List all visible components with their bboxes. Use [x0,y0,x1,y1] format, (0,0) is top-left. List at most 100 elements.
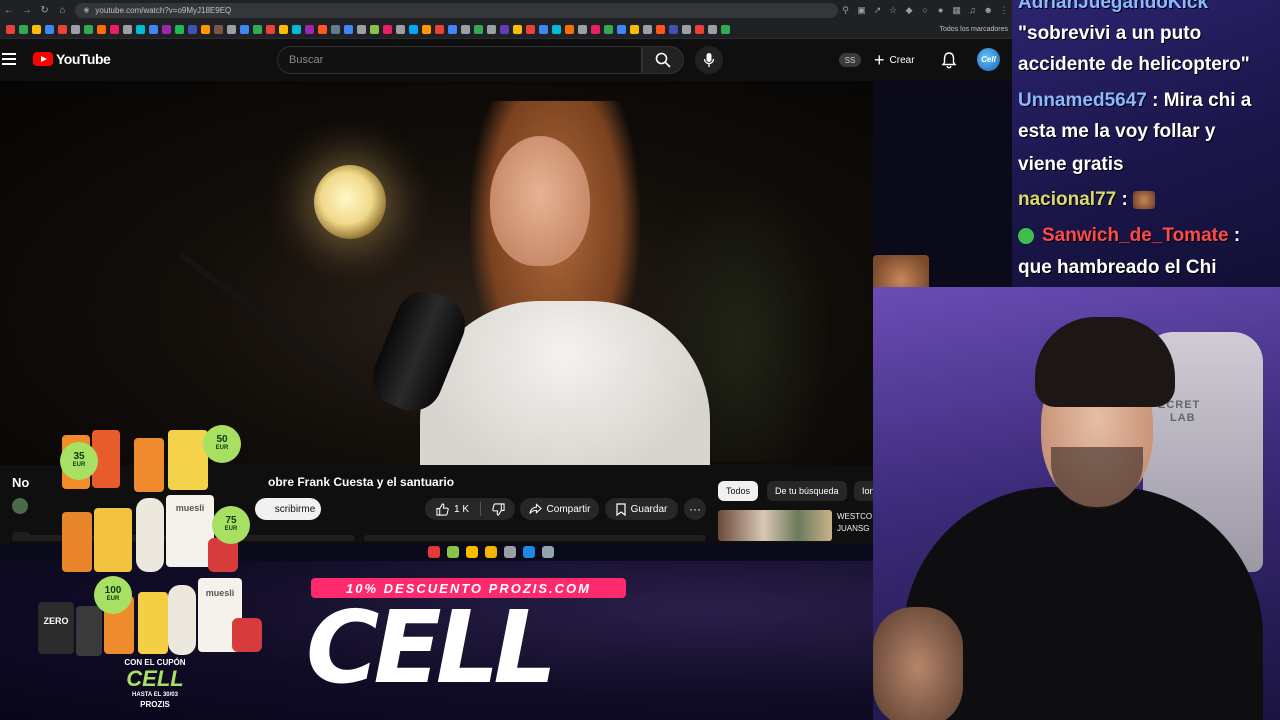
menu-kebab-icon[interactable]: ⋮ [996,0,1012,20]
bookmark-favicon-icon[interactable] [474,24,483,34]
forward-icon[interactable]: → [18,0,36,20]
zoom-icon[interactable]: ⚲ [838,0,854,20]
filter-chip-from-search[interactable]: De tu búsqueda [767,481,847,501]
bookmark-favicon-icon[interactable] [422,24,431,34]
bookmark-favicon-icon[interactable] [656,24,665,34]
bookmark-favicon-icon[interactable] [19,24,28,34]
bookmark-favicon-icon[interactable] [266,24,275,34]
like-button[interactable]: 1 K [425,498,480,520]
related-video-thumbnail[interactable] [718,510,832,541]
bookmark-favicon-icon[interactable] [58,24,67,34]
extension-icon[interactable]: ○ [917,0,933,20]
bookmark-favicon-icon[interactable] [45,24,54,34]
ss-badge[interactable]: SS [839,53,861,67]
hamburger-menu-icon[interactable] [2,53,16,65]
bookmark-favicon-icon[interactable] [6,24,15,34]
bookmark-favicon-icon[interactable] [591,24,600,34]
taskbar-app-icon[interactable] [447,546,459,558]
bookmark-favicon-icon[interactable] [604,24,613,34]
bookmark-favicon-icon[interactable] [461,24,470,34]
save-button[interactable]: Guardar [605,498,678,520]
filter-chip-partial[interactable]: Ion [854,481,873,501]
bookmark-favicon-icon[interactable] [409,24,418,34]
taskbar-app-icon[interactable] [542,546,554,558]
bookmark-favicon-icon[interactable] [110,24,119,34]
taskbar-app-icon[interactable] [485,546,497,558]
bookmark-favicon-icon[interactable] [643,24,652,34]
taskbar-app-icon[interactable] [504,546,516,558]
bookmark-favicon-icon[interactable] [708,24,717,34]
bookmark-favicon-icon[interactable] [279,24,288,34]
bookmark-favicon-icon[interactable] [435,24,444,34]
bookmark-favicon-icon[interactable] [539,24,548,34]
bookmark-favicon-icon[interactable] [617,24,626,34]
bookmark-favicon-icon[interactable] [32,24,41,34]
bookmark-favicon-icon[interactable] [188,24,197,34]
bookmark-favicon-icon[interactable] [292,24,301,34]
create-button[interactable]: + Crear [874,49,915,71]
bookmark-favicon-icon[interactable] [500,24,509,34]
bookmark-favicon-icon[interactable] [175,24,184,34]
address-bar[interactable]: ◉ youtube.com/watch?v=o9MyJ18E9EQ [75,2,838,18]
bookmark-favicon-icon[interactable] [396,24,405,34]
bookmark-favicon-icon[interactable] [214,24,223,34]
youtube-logo[interactable]: YouTube [33,51,111,67]
bookmark-favicon-icon[interactable] [240,24,249,34]
share-button[interactable]: Compartir [520,498,599,520]
bookmark-favicon-icon[interactable] [669,24,678,34]
site-info-icon[interactable]: ◉ [83,6,89,14]
bookmark-favicon-icon[interactable] [318,24,327,34]
share-page-icon[interactable]: ↗ [869,0,885,20]
filter-chip-all[interactable]: Todos [718,481,759,501]
bookmark-favicon-icon[interactable] [149,24,158,34]
extensions-puzzle-icon[interactable]: ▦ [949,0,965,20]
media-icon[interactable]: ♫ [965,0,981,20]
cast-icon[interactable]: ▣ [854,0,870,20]
bookmark-favicon-icon[interactable] [305,24,314,34]
bookmark-favicon-icon[interactable] [695,24,704,34]
bookmark-favicon-icon[interactable] [487,24,496,34]
reload-icon[interactable]: ↻ [36,0,54,20]
notifications-bell-icon[interactable] [940,51,958,69]
extension-icon[interactable]: ◆ [901,0,917,20]
home-icon[interactable]: ⌂ [53,0,71,20]
bookmark-favicon-icon[interactable] [253,24,262,34]
profile-icon[interactable]: ☻ [980,0,996,20]
bookmark-favicon-icon[interactable] [448,24,457,34]
bookmark-favicon-icon[interactable] [84,24,93,34]
bookmark-favicon-icon[interactable] [331,24,340,34]
more-actions-button[interactable]: ··· [684,498,706,520]
search-input[interactable]: Buscar [277,46,642,74]
channel-avatar[interactable] [12,498,28,514]
bookmark-favicon-icon[interactable] [71,24,80,34]
bookmark-favicon-icon[interactable] [162,24,171,34]
taskbar-app-icon[interactable] [466,546,478,558]
bookmark-favicon-icon[interactable] [227,24,236,34]
voice-search-button[interactable] [695,46,723,74]
dislike-button[interactable] [481,498,515,520]
bookmark-favicon-icon[interactable] [123,24,132,34]
bookmark-favicon-icon[interactable] [721,24,730,34]
bookmark-favicon-icon[interactable] [383,24,392,34]
bookmark-star-icon[interactable]: ☆ [885,0,901,20]
bookmark-favicon-icon[interactable] [565,24,574,34]
bookmark-favicon-icon[interactable] [526,24,535,34]
bookmark-favicon-icon[interactable] [682,24,691,34]
account-avatar[interactable]: Cell [977,48,1000,71]
video-player[interactable] [0,81,873,465]
bookmark-favicon-icon[interactable] [630,24,639,34]
bookmark-favicon-icon[interactable] [578,24,587,34]
taskbar-app-icon[interactable] [523,546,535,558]
back-icon[interactable]: ← [0,0,18,20]
taskbar-app-icon[interactable] [428,546,440,558]
bookmark-favicon-icon[interactable] [136,24,145,34]
related-video-title[interactable]: WESTCO JUANSG [837,511,873,535]
all-bookmarks-link[interactable]: Todos los marcadores [940,26,1012,33]
bookmark-favicon-icon[interactable] [344,24,353,34]
bookmark-favicon-icon[interactable] [201,24,210,34]
bookmark-favicon-icon[interactable] [513,24,522,34]
bookmark-favicon-icon[interactable] [357,24,366,34]
search-button[interactable] [642,46,684,74]
bookmark-favicon-icon[interactable] [370,24,379,34]
bookmark-favicon-icon[interactable] [97,24,106,34]
